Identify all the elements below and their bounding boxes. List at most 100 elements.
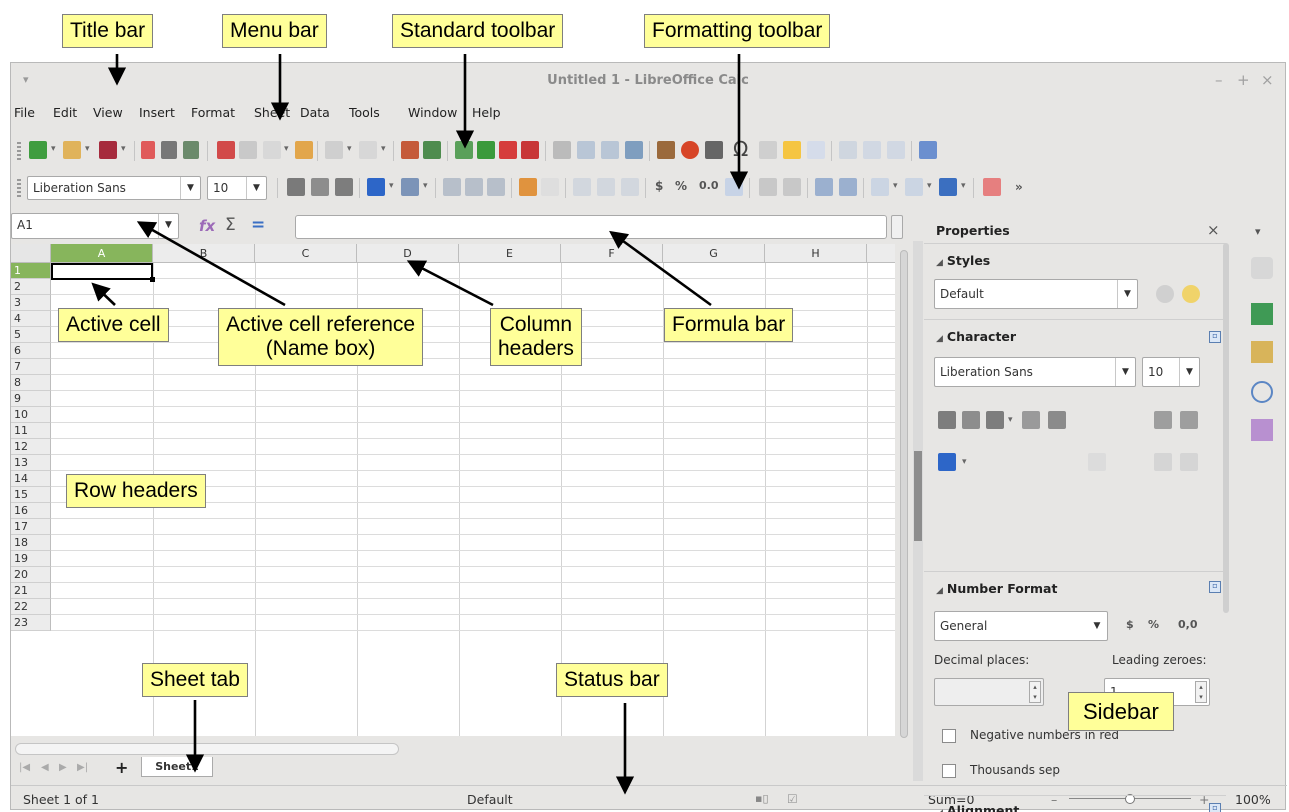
alignment-section-header[interactable]: ◢Alignment — [936, 803, 1019, 812]
column-icon[interactable] — [477, 141, 495, 159]
spelling-icon[interactable] — [423, 141, 441, 159]
last-sheet-icon[interactable]: ▶| — [77, 762, 88, 773]
style-select[interactable]: Default ▼ — [934, 279, 1138, 309]
spin-arrows-icon[interactable]: ▴ ▾ — [1029, 681, 1041, 703]
close-button[interactable]: × — [1261, 71, 1274, 89]
open-folder-icon[interactable] — [63, 141, 81, 159]
row-header[interactable]: 21 — [11, 583, 51, 599]
insert-chart-icon[interactable] — [681, 141, 699, 159]
row-header[interactable]: 10 — [11, 407, 51, 423]
gallery-icon[interactable] — [1251, 341, 1273, 363]
chevron-down-icon[interactable]: ▾ — [389, 181, 394, 191]
decimal-places-spin[interactable]: ▴ ▾ — [934, 678, 1044, 706]
font-name-box[interactable]: Liberation Sans ▼ — [27, 176, 201, 200]
chevron-down-icon[interactable]: ▾ — [893, 181, 898, 191]
chevron-down-icon[interactable]: ▼ — [1179, 358, 1199, 386]
sidebar-collapse-handle[interactable] — [914, 451, 922, 541]
chevron-down-icon[interactable]: ▼ — [1087, 612, 1107, 640]
align-top-icon[interactable] — [573, 178, 591, 196]
minimize-button[interactable]: – — [1215, 71, 1223, 89]
chevron-down-icon[interactable]: ▾ — [284, 144, 289, 154]
menu-view[interactable]: View — [93, 105, 123, 120]
show-draw-functions-icon[interactable] — [919, 141, 937, 159]
maximize-button[interactable]: + — [1237, 71, 1250, 89]
bold-icon[interactable] — [287, 178, 305, 196]
freeze-rows-icon[interactable] — [863, 141, 881, 159]
title-bar[interactable]: ▾ Untitled 1 - LibreOffice Calc – + × — [11, 63, 1285, 99]
new-style-icon[interactable] — [1182, 285, 1200, 303]
superscript-icon[interactable] — [1154, 453, 1172, 471]
horizontal-scrollbar[interactable] — [15, 743, 399, 755]
menu-data[interactable]: Data — [300, 105, 330, 120]
comment-icon[interactable] — [783, 141, 801, 159]
export-pdf-icon[interactable] — [141, 141, 155, 159]
add-decimal-place-icon[interactable] — [759, 178, 777, 196]
thousands-separator-checkbox[interactable] — [942, 764, 956, 778]
decrease-indent-icon[interactable] — [839, 178, 857, 196]
zoom-level[interactable]: 100% — [1235, 792, 1271, 807]
name-box[interactable]: A1 ▼ — [11, 213, 179, 239]
fill-handle[interactable] — [150, 277, 155, 282]
update-style-icon[interactable] — [1156, 285, 1174, 303]
menu-window[interactable]: Window — [408, 105, 457, 120]
sheet-tab[interactable]: Sheet1 — [141, 757, 213, 777]
copy-icon[interactable] — [239, 141, 257, 159]
increase-indent-icon[interactable] — [815, 178, 833, 196]
percent-format-button[interactable]: % — [675, 179, 687, 193]
save-icon[interactable] — [99, 141, 117, 159]
currency-format-button[interactable]: $ — [655, 179, 663, 193]
previous-sheet-icon[interactable]: ◀ — [41, 762, 49, 773]
row-header[interactable]: 8 — [11, 375, 51, 391]
border-color-icon[interactable] — [939, 178, 957, 196]
equals-icon[interactable]: = — [251, 215, 265, 235]
pivot-table-icon[interactable] — [705, 141, 723, 159]
column-header[interactable]: D — [357, 244, 459, 263]
sidebar-splitter[interactable] — [913, 241, 923, 781]
italic-icon[interactable] — [311, 178, 329, 196]
autofilter-icon[interactable] — [625, 141, 643, 159]
chevron-down-icon[interactable]: ▾ — [927, 181, 932, 191]
chevron-down-icon[interactable]: ▼ — [1117, 280, 1137, 308]
strikethrough-icon[interactable] — [1022, 411, 1040, 429]
hyperlink-icon[interactable] — [759, 141, 777, 159]
row-header[interactable]: 5 — [11, 327, 51, 343]
chevron-down-icon[interactable]: ▾ — [961, 181, 966, 191]
align-center-icon[interactable] — [465, 178, 483, 196]
align-right-icon[interactable] — [487, 178, 505, 196]
cut-icon[interactable] — [217, 141, 235, 159]
sidebar-scrollbar[interactable] — [1223, 243, 1229, 613]
column-header[interactable]: A — [51, 244, 153, 263]
align-bottom-icon[interactable] — [621, 178, 639, 196]
merge-and-center-icon[interactable] — [541, 178, 559, 196]
active-cell-a1[interactable] — [51, 263, 153, 280]
sum-icon[interactable]: Σ — [225, 215, 236, 235]
formula-input[interactable] — [295, 215, 887, 239]
row-header[interactable]: 7 — [11, 359, 51, 375]
expand-formula-bar-button[interactable] — [891, 215, 903, 239]
chevron-down-icon[interactable]: ▼ — [180, 177, 200, 199]
column-header[interactable]: F — [561, 244, 663, 263]
row-header[interactable]: 6 — [11, 343, 51, 359]
chevron-down-icon[interactable]: ▾ — [962, 457, 967, 467]
row-icon[interactable] — [455, 141, 473, 159]
borders-icon[interactable] — [871, 178, 889, 196]
border-style-icon[interactable] — [905, 178, 923, 196]
negative-red-checkbox[interactable] — [942, 729, 956, 743]
sort-descending-icon[interactable] — [601, 141, 619, 159]
first-sheet-icon[interactable]: |◀ — [19, 762, 30, 773]
row-header[interactable]: 23 — [11, 615, 51, 631]
select-all-corner[interactable] — [11, 244, 51, 263]
chevron-down-icon[interactable]: ▼ — [246, 177, 266, 199]
column-header[interactable]: B — [153, 244, 255, 263]
conditional-format-icon[interactable] — [983, 178, 1001, 196]
column-header[interactable]: E — [459, 244, 561, 263]
more-options-icon[interactable]: ▫ — [1209, 803, 1221, 812]
row-header[interactable]: 14 — [11, 471, 51, 487]
row-header[interactable]: 16 — [11, 503, 51, 519]
toolbar-grip-icon[interactable] — [17, 142, 21, 160]
more-options-icon[interactable]: ▫ — [1209, 581, 1221, 593]
chevron-down-icon[interactable]: ▾ — [381, 144, 386, 154]
italic-icon[interactable] — [962, 411, 980, 429]
document-modified-icon[interactable]: ☑ — [787, 792, 798, 806]
insert-image-icon[interactable] — [657, 141, 675, 159]
